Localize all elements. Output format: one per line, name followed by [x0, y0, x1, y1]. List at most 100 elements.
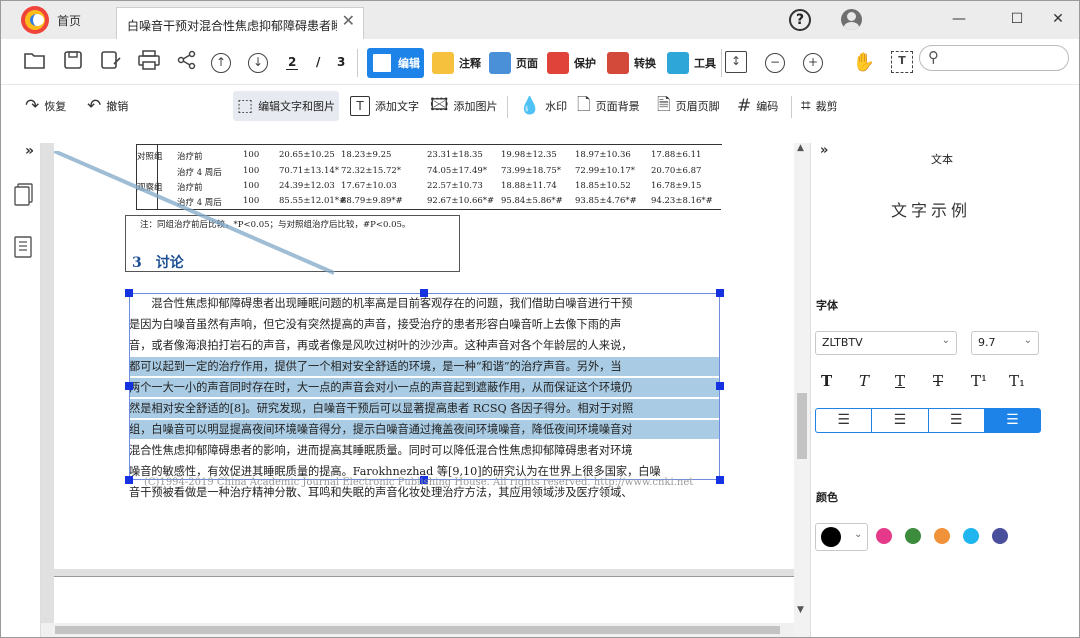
resize-handle[interactable]	[716, 289, 724, 297]
superscript-button[interactable]: T¹	[971, 372, 987, 390]
color-picker[interactable]: ⌄	[815, 523, 868, 551]
minimize-icon[interactable]: —	[949, 9, 969, 29]
text-alignment-group: ☰ ☰ ☰ ☰	[815, 408, 1041, 433]
undo-button[interactable]: ↶ 撤销	[83, 91, 132, 121]
color-swatch-indigo[interactable]	[992, 528, 1008, 544]
zoom-in-icon[interactable]: +	[803, 53, 823, 73]
table-cell: 18.88±11.74	[501, 181, 557, 191]
align-right-icon[interactable]: ☰	[929, 409, 985, 432]
tab-tools[interactable]: 工具	[663, 48, 720, 78]
previous-page-icon[interactable]: ↑	[211, 53, 231, 73]
page-total: 3	[337, 55, 346, 69]
table-cell: 18.23±9.25	[341, 150, 392, 160]
resize-handle[interactable]	[420, 289, 428, 297]
font-size-select[interactable]: 9.7 ⌄	[971, 331, 1039, 355]
italic-button[interactable]: T	[859, 372, 869, 390]
table-cell: 95.84±5.86*#	[501, 196, 563, 206]
page-background-button[interactable]: 🗋 页面背景	[573, 91, 644, 121]
scroll-down-icon[interactable]: ▼	[797, 605, 804, 615]
table-cell: 72.99±10.17*	[575, 166, 636, 176]
color-swatch-pink[interactable]	[876, 528, 892, 544]
color-swatch-green[interactable]	[905, 528, 921, 544]
font-family-select[interactable]: ZLTBTV ⌄	[815, 331, 957, 355]
search-input[interactable]: ⚲	[919, 45, 1069, 71]
page-icon	[489, 52, 511, 74]
save-as-icon[interactable]	[99, 50, 123, 74]
redo-icon: ↷	[25, 96, 40, 116]
maximize-icon[interactable]: ☐	[1007, 9, 1027, 29]
watermark-button[interactable]: 💧 水印	[515, 91, 571, 121]
select-text-icon[interactable]: T	[891, 51, 913, 73]
tab-annotate[interactable]: 注释	[428, 48, 485, 78]
outline-icon[interactable]	[14, 236, 32, 261]
edit-toolbar: ↷ 恢复 ↶ 撤销 ⬚ 编辑文字和图片 T 添加文字 🖾 添加图片 💧 水印 🗋…	[1, 86, 1079, 126]
resize-handle[interactable]	[125, 382, 133, 390]
bold-button[interactable]: T	[821, 372, 832, 390]
text-icon: T	[350, 96, 370, 116]
strikethrough-button[interactable]: T	[933, 372, 943, 390]
align-center-icon[interactable]: ☰	[872, 409, 929, 432]
open-folder-icon[interactable]	[23, 50, 47, 74]
resize-handle[interactable]	[125, 289, 133, 297]
user-avatar-icon[interactable]	[841, 9, 862, 30]
resize-handle[interactable]	[716, 476, 724, 484]
hand-tool-icon[interactable]: ✋	[852, 51, 876, 75]
encode-icon: #	[737, 96, 752, 116]
scroll-up-icon[interactable]: ▲	[797, 143, 804, 153]
page-number-input[interactable]: 2	[286, 55, 299, 70]
app-window: 首页 白噪音干预对混合性焦虑抑郁障碍患者睡眠质... ✕ ? — ☐ ✕ ↑ ↓…	[0, 0, 1080, 638]
toolbar-divider	[357, 49, 358, 77]
undo-label: 撤销	[106, 100, 129, 113]
redo-button[interactable]: ↷ 恢复	[21, 91, 70, 121]
resize-handle[interactable]	[125, 476, 133, 484]
help-icon[interactable]: ?	[789, 9, 811, 31]
next-page-icon[interactable]: ↓	[248, 53, 268, 73]
edit-text-image-button[interactable]: ⬚ 编辑文字和图片	[233, 91, 340, 121]
align-left-icon[interactable]: ☰	[816, 409, 873, 432]
subscript-button[interactable]: T₁	[1009, 372, 1025, 390]
vertical-scrollbar[interactable]: ▲ ▼	[794, 143, 810, 637]
share-icon[interactable]	[175, 50, 199, 74]
tab-convert[interactable]: 转换	[603, 48, 660, 78]
watermark-label: 水印	[545, 100, 568, 113]
fit-page-icon[interactable]: ↕	[725, 51, 747, 73]
add-image-button[interactable]: 🖾 添加图片	[426, 91, 502, 121]
encode-label: 编码	[756, 100, 779, 113]
table-cell: 22.57±10.73	[427, 181, 483, 191]
drag-line	[54, 151, 335, 275]
tab-edit-label: 编辑	[398, 57, 420, 70]
zoom-out-icon[interactable]: −	[765, 53, 785, 73]
tab-convert-label: 转换	[634, 57, 656, 70]
watermark-drop-icon: 💧	[519, 96, 541, 116]
horizontal-scroll-thumb[interactable]	[55, 626, 780, 634]
table-cell: 17.88±6.11	[651, 150, 702, 160]
tab-home[interactable]: 首页	[57, 12, 81, 29]
toolbar-divider	[721, 49, 722, 77]
add-text-button[interactable]: T 添加文字	[346, 91, 423, 121]
crop-button[interactable]: ⌗ 裁剪	[797, 91, 842, 121]
text-box-selection[interactable]	[129, 293, 720, 480]
expand-sidebar-icon[interactable]: »	[25, 143, 34, 159]
tab-page[interactable]: 页面	[485, 48, 542, 78]
current-color-swatch	[821, 527, 841, 547]
print-icon[interactable]	[137, 50, 161, 74]
page-background-label: 页面背景	[595, 100, 640, 113]
encode-button[interactable]: # 编码	[733, 91, 782, 121]
tab-edit[interactable]: 编辑	[367, 48, 424, 78]
horizontal-scrollbar[interactable]	[41, 623, 794, 637]
tab-document[interactable]: 白噪音干预对混合性焦虑抑郁障碍患者睡眠质... ✕	[116, 7, 364, 39]
tab-protect[interactable]: 保护	[543, 48, 600, 78]
underline-button[interactable]: T	[895, 372, 905, 390]
close-tab-icon[interactable]: ✕	[342, 11, 355, 30]
align-justify-icon[interactable]: ☰	[984, 409, 1040, 432]
color-swatch-cyan[interactable]	[963, 528, 979, 544]
color-swatch-orange[interactable]	[934, 528, 950, 544]
close-window-icon[interactable]: ✕	[1048, 9, 1068, 29]
thumbnails-icon[interactable]	[14, 183, 34, 210]
page-watermark: (C)1994-2019 China Academic Journal Elec…	[144, 477, 694, 488]
save-icon[interactable]	[61, 50, 85, 74]
resize-handle[interactable]	[716, 382, 724, 390]
collapse-panel-icon[interactable]: »	[820, 143, 828, 158]
vertical-scroll-thumb[interactable]	[797, 393, 807, 459]
header-footer-button[interactable]: 🗎 页眉页脚	[653, 91, 724, 121]
